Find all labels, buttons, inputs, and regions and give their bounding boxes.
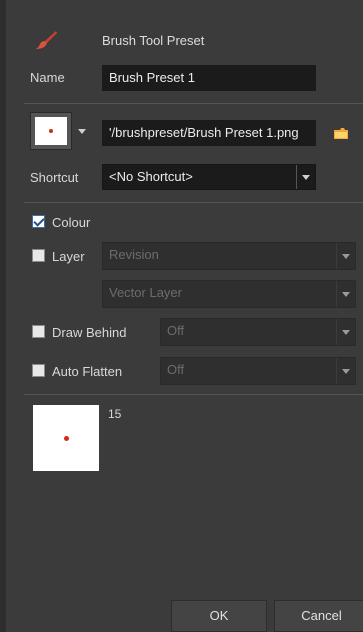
draw-behind-label: Draw Behind [52,325,127,340]
cancel-button[interactable]: Cancel [274,600,363,632]
dialog-title: Brush Tool Preset [102,33,205,48]
layer-label: Layer [52,249,85,264]
layer-checkbox[interactable] [32,249,45,262]
shortcut-label: Shortcut [30,170,79,185]
dropdown-button[interactable] [336,281,355,307]
auto-flatten-dropdown[interactable]: Off [160,357,356,385]
shortcut-dropdown[interactable]: <No Shortcut> [102,164,316,190]
icon-preview [35,117,67,145]
icon-preview-button[interactable] [30,112,72,150]
brush-tool-preset-dialog: Brush Tool Preset Name Brush Preset 1 '/… [0,0,363,632]
dropdown-button[interactable] [296,165,315,189]
chevron-down-icon [302,175,310,180]
chevron-down-icon[interactable] [78,129,86,134]
separator [24,103,363,104]
brush-size-value: 15 [108,407,122,421]
chevron-down-icon [342,369,350,374]
auto-flatten-label: Auto Flatten [52,364,123,379]
layer-type-dropdown[interactable]: Vector Layer [102,280,356,308]
brush-dot [49,129,53,133]
chevron-down-icon [342,292,350,297]
draw-behind-checkbox[interactable] [32,325,45,338]
chevron-down-icon [342,254,350,259]
shortcut-value: <No Shortcut> [109,169,193,184]
dropdown-button[interactable] [336,243,355,269]
draw-behind-value: Off [167,323,185,338]
separator [24,202,363,203]
brush-dot [64,436,69,441]
layer-revision-value: Revision [109,247,159,262]
layer-type-value: Vector Layer [109,285,182,300]
folder-icon[interactable] [333,126,349,140]
chevron-down-icon [342,330,350,335]
draw-behind-dropdown[interactable]: Off [160,318,356,346]
icon-path-field[interactable]: '/brushpreset/Brush Preset 1.png [102,120,316,146]
auto-flatten-value: Off [167,362,185,377]
dropdown-button[interactable] [336,319,355,345]
name-label: Name [30,70,65,85]
ok-button[interactable]: OK [171,600,267,632]
auto-flatten-checkbox[interactable] [32,364,45,377]
separator [24,394,363,395]
layer-revision-dropdown[interactable]: Revision [102,242,356,270]
brush-icon [36,31,57,49]
name-field[interactable]: Brush Preset 1 [102,65,316,91]
dropdown-button[interactable] [336,358,355,384]
colour-label: Colour [52,215,91,230]
brush-preview [33,405,99,471]
colour-checkbox[interactable] [32,215,45,228]
